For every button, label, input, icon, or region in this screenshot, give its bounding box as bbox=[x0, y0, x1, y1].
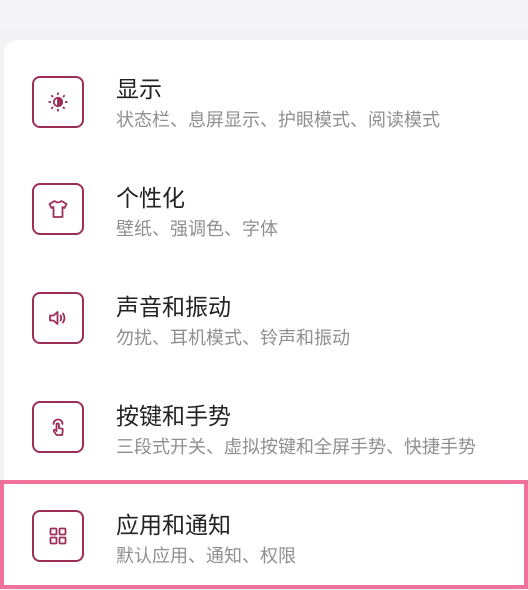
settings-item-personalization[interactable]: 个性化 壁纸、强调色、字体 bbox=[0, 155, 528, 263]
settings-item-display[interactable]: 显示 状态栏、息屏显示、护眼模式、阅读模式 bbox=[0, 46, 528, 154]
tshirt-icon bbox=[32, 183, 84, 235]
settings-item-title: 应用和通知 bbox=[116, 513, 231, 539]
settings-item-gestures[interactable]: 按键和手势 三段式开关、虚拟按键和全屏手势、快捷手势 bbox=[0, 373, 528, 481]
settings-item-subtitle: 三段式开关、虚拟按键和全屏手势、快捷手势 bbox=[116, 437, 476, 458]
apps-grid-icon bbox=[32, 510, 84, 562]
settings-item-apps[interactable]: 应用和通知 默认应用、通知、权限 bbox=[0, 482, 528, 590]
settings-item-title: 声音和振动 bbox=[116, 295, 231, 321]
settings-item-title: 按键和手势 bbox=[116, 404, 231, 430]
settings-item-title: 显示 bbox=[116, 77, 162, 103]
touch-gesture-icon bbox=[32, 401, 84, 453]
settings-item-subtitle: 勿扰、耳机模式、铃声和振动 bbox=[116, 328, 350, 349]
settings-item-subtitle: 状态栏、息屏显示、护眼模式、阅读模式 bbox=[116, 110, 440, 131]
settings-item-title: 个性化 bbox=[116, 186, 185, 212]
settings-item-subtitle: 默认应用、通知、权限 bbox=[116, 546, 296, 567]
display-brightness-icon bbox=[32, 76, 84, 128]
speaker-icon bbox=[32, 292, 84, 344]
settings-item-sound[interactable]: 声音和振动 勿扰、耳机模式、铃声和振动 bbox=[0, 264, 528, 372]
settings-item-subtitle: 壁纸、强调色、字体 bbox=[116, 219, 278, 240]
top-strip bbox=[0, 0, 528, 30]
